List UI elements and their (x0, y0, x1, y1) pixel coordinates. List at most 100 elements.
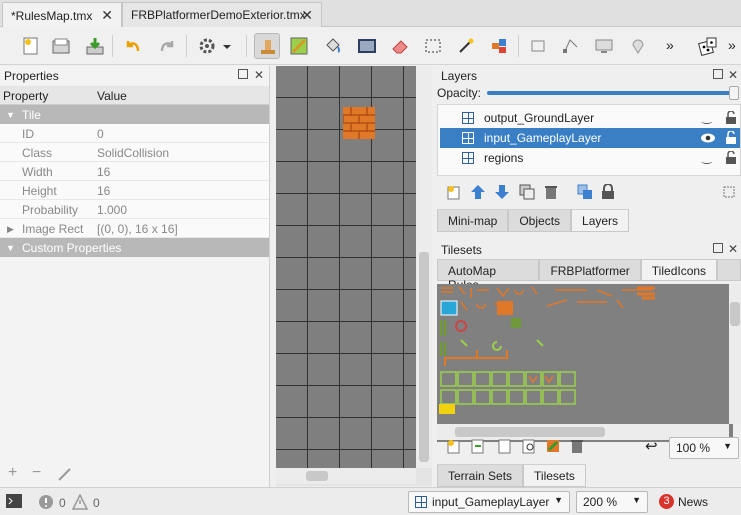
error-icon[interactable] (38, 494, 54, 510)
column-header-property[interactable]: Property (3, 89, 48, 103)
tileset-image[interactable] (437, 284, 657, 414)
lock-icon[interactable] (725, 131, 737, 145)
tab-tiledicons[interactable]: TiledIcons (640, 259, 718, 281)
lock-icon[interactable] (725, 111, 737, 125)
open-file-button[interactable] (48, 33, 74, 59)
new-map-button[interactable] (18, 33, 44, 59)
group-tile[interactable]: ▼ Tile (0, 105, 269, 124)
tileset-vertical-scrollbar[interactable] (729, 284, 741, 424)
tab-terrain-sets[interactable]: Terrain Sets (437, 465, 524, 487)
opacity-slider-handle[interactable] (729, 86, 739, 100)
tileset-zoom-select[interactable]: 100 % ▼ (669, 437, 739, 459)
remove-property-icon[interactable]: − (32, 464, 41, 482)
close-icon[interactable]: ✕ (728, 69, 740, 81)
tab-mini-map[interactable]: Mini-map (437, 210, 509, 232)
eye-closed-icon[interactable]: ‿ (702, 150, 712, 164)
toolbar-overflow-icon[interactable]: » (666, 37, 674, 53)
tileset-tab-menu[interactable] (717, 259, 741, 281)
shape-fill-icon[interactable] (354, 33, 380, 59)
float-panel-icon[interactable] (238, 69, 248, 79)
terrain-brush-icon[interactable] (286, 33, 312, 59)
float-panel-icon[interactable] (713, 243, 723, 253)
insert-rectangle-icon[interactable] (591, 33, 617, 59)
edit-tileset-icon[interactable] (545, 438, 561, 454)
table-row[interactable]: ID 0 (0, 124, 269, 143)
close-icon[interactable]: ✕ (254, 69, 266, 81)
opacity-slider[interactable] (487, 91, 735, 95)
redo-button[interactable] (154, 33, 180, 59)
select-objects-icon[interactable] (526, 33, 552, 59)
raise-layer-icon[interactable] (470, 184, 486, 200)
magic-wand-icon[interactable] (453, 33, 479, 59)
dynamic-wrap-icon[interactable]: ↩ (645, 437, 658, 455)
tileset-properties-icon[interactable] (521, 438, 537, 454)
scrollbar-thumb[interactable] (306, 471, 328, 481)
undo-button[interactable] (120, 33, 146, 59)
new-layer-icon[interactable] (446, 184, 462, 200)
tab-tilesets[interactable]: Tilesets (523, 465, 586, 487)
delete-layer-icon[interactable] (543, 184, 559, 200)
tab-objects[interactable]: Objects (508, 210, 572, 232)
tab-automap-rules[interactable]: AutoMap Rules (437, 259, 540, 292)
eye-closed-icon[interactable]: ‿ (702, 110, 712, 124)
eraser-icon[interactable] (387, 33, 413, 59)
tab-frbplatformer-exterior[interactable]: FRBPlatformerDemoExterior.tmx ✕ (122, 2, 322, 27)
scrollbar-thumb[interactable] (730, 302, 740, 326)
close-icon[interactable]: ✕ (101, 7, 113, 24)
layer-row-regions[interactable]: regions ‿ (440, 148, 740, 168)
table-row[interactable]: ▶ Image Rect [(0, 0), 16 x 16] (0, 219, 269, 238)
table-row[interactable]: Width 16 (0, 162, 269, 181)
table-row[interactable]: Probability 1.000 (0, 200, 269, 219)
remove-tileset-icon[interactable] (569, 438, 585, 454)
show-hide-other-layers-icon[interactable] (577, 184, 593, 200)
lock-icon[interactable] (725, 151, 737, 165)
layer-row-output-groundlayer[interactable]: output_GroundLayer ‿ (440, 108, 740, 128)
toolbar-overflow-right-icon[interactable]: » (728, 37, 736, 53)
close-icon[interactable]: ✕ (301, 7, 313, 24)
panel-menu-icon[interactable] (721, 184, 737, 200)
add-property-icon[interactable]: + (8, 464, 17, 482)
random-mode-dice-icon[interactable] (694, 33, 720, 59)
new-tileset-icon[interactable] (446, 438, 462, 454)
lock-other-layers-icon[interactable] (601, 184, 615, 200)
warning-icon[interactable] (72, 494, 88, 510)
edit-polygons-icon[interactable] (558, 33, 584, 59)
news-button[interactable]: News (678, 495, 708, 509)
bucket-fill-icon[interactable] (320, 33, 346, 59)
insert-point-icon[interactable] (625, 33, 651, 59)
news-count-badge[interactable]: 3 (659, 494, 674, 509)
embed-tileset-icon[interactable] (470, 438, 486, 454)
vertical-scrollbar[interactable] (416, 66, 432, 468)
save-button[interactable] (82, 33, 108, 59)
table-row[interactable]: Class SolidCollision (0, 143, 269, 162)
chevron-down-icon[interactable]: ▼ (6, 243, 15, 253)
table-row[interactable]: Height 16 (0, 181, 269, 200)
export-tileset-icon[interactable] (497, 438, 513, 454)
scrollbar-thumb[interactable] (419, 252, 429, 462)
automapping-gear-icon[interactable] (194, 33, 220, 59)
rename-property-icon[interactable] (57, 466, 73, 482)
chevron-right-icon[interactable]: ▶ (7, 224, 14, 235)
rectangle-select-icon[interactable] (420, 33, 446, 59)
layer-row-input-gameplaylayer[interactable]: input_GameplayLayer (440, 128, 740, 148)
group-custom-properties[interactable]: ▼ Custom Properties (0, 238, 269, 257)
tab-layers[interactable]: Layers (571, 210, 630, 232)
duplicate-layer-icon[interactable] (519, 184, 535, 200)
current-layer-select[interactable]: input_GameplayLayer ▼ (408, 491, 570, 513)
select-same-tile-icon[interactable] (486, 33, 512, 59)
map-zoom-select[interactable]: 200 % ▼ (576, 491, 648, 513)
map-canvas[interactable] (276, 66, 432, 486)
lower-layer-icon[interactable] (494, 184, 510, 200)
stamp-brush-icon[interactable] (254, 33, 280, 59)
chevron-down-icon[interactable] (218, 33, 232, 59)
horizontal-scrollbar[interactable] (276, 468, 416, 484)
close-icon[interactable]: ✕ (728, 243, 740, 255)
chevron-down-icon[interactable]: ▼ (6, 110, 15, 120)
eye-icon[interactable] (700, 132, 716, 144)
tab-rulesmap[interactable]: *RulesMap.tmx ✕ (2, 2, 122, 28)
map-grid[interactable] (276, 66, 416, 468)
tab-frbplatformer[interactable]: FRBPlatformer (539, 259, 641, 281)
console-icon[interactable] (6, 494, 22, 508)
scrollbar-thumb[interactable] (455, 427, 605, 437)
float-panel-icon[interactable] (713, 69, 723, 79)
